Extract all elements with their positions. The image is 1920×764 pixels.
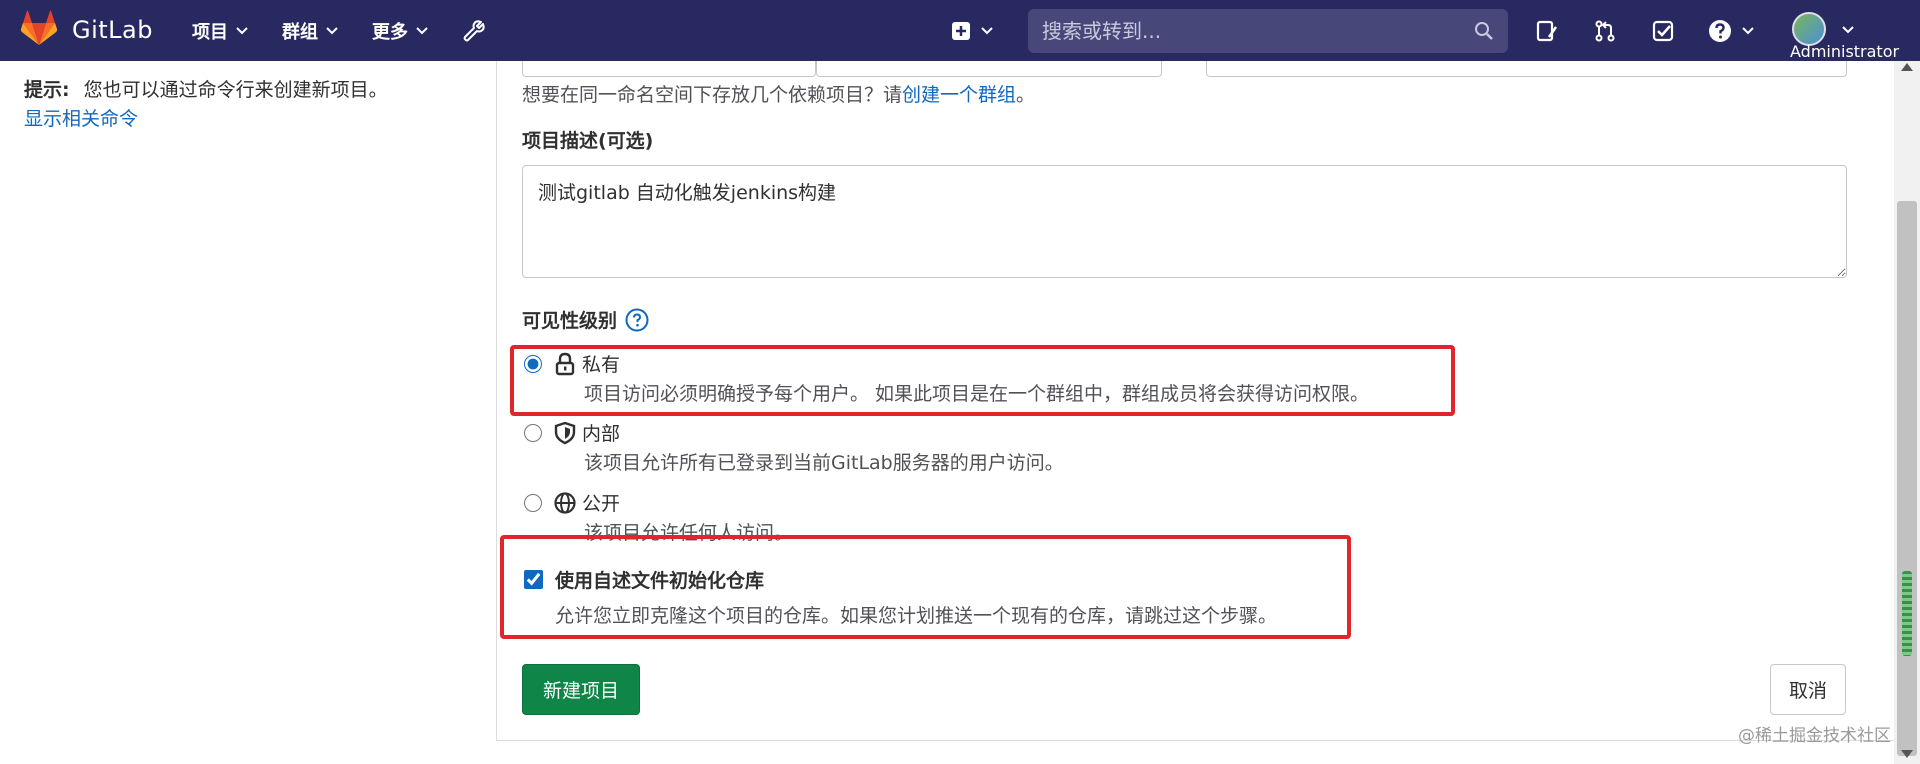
- search-input[interactable]: [1042, 19, 1474, 43]
- visibility-radio-private[interactable]: [524, 355, 542, 373]
- admin-area-wrench-button[interactable]: [462, 19, 486, 43]
- question-circle-icon: [1709, 20, 1731, 42]
- cli-tip: 提示: 您也可以通过命令行来创建新项目。: [24, 74, 388, 106]
- shield-icon: [554, 421, 576, 444]
- globe-icon: [554, 491, 576, 514]
- nav-menu-label: 项目: [192, 21, 228, 43]
- initialize-readme-option[interactable]: 使用自述文件初始化仓库 允许您立即克隆这个项目的仓库。如果您计划推送一个现有的仓…: [522, 566, 1277, 628]
- search-bar[interactable]: [1028, 9, 1508, 53]
- scroll-up-arrow-icon[interactable]: [1901, 63, 1913, 71]
- project-description-textarea[interactable]: [522, 165, 1847, 278]
- chevron-down-icon: [981, 27, 993, 35]
- top-navbar: GitLab 项目 群组 更多 搜索或转到... Administrator: [0, 0, 1920, 61]
- cancel-button[interactable]: 取消: [1770, 664, 1846, 715]
- visibility-description: 该项目允许任何人访问。: [584, 522, 794, 544]
- tip-label: 提示:: [24, 79, 70, 101]
- initialize-readme-title: 使用自述文件初始化仓库: [555, 570, 765, 592]
- issues-icon: [1536, 20, 1558, 42]
- visibility-title: 私有: [582, 354, 621, 376]
- chevron-down-icon: [1842, 26, 1854, 34]
- avatar: [1792, 12, 1826, 46]
- namespace-hint-text: 想要在同一命名空间下存放几个依赖项目？请: [522, 84, 903, 106]
- merge-requests-button[interactable]: [1590, 16, 1620, 46]
- initialize-readme-checkbox[interactable]: [524, 570, 543, 589]
- gitlab-logo-icon: [20, 10, 58, 50]
- project-slug-input-edge[interactable]: [1206, 61, 1847, 77]
- nav-menu-groups[interactable]: 群组: [282, 18, 338, 44]
- search-icon: [1475, 22, 1493, 40]
- visibility-title: 内部: [582, 423, 621, 445]
- visibility-level-label: 可见性级别: [522, 306, 649, 333]
- description-label: 项目描述(可选): [522, 130, 654, 152]
- visibility-radio-internal[interactable]: [524, 424, 542, 442]
- namespace-hint: 想要在同一命名空间下存放几个依赖项目？请创建一个群组。: [522, 80, 1035, 107]
- create-group-link[interactable]: 创建一个群组: [902, 84, 1016, 106]
- watermark: @稀土掘金技术社区: [1738, 726, 1891, 746]
- visibility-description: 项目访问必须明确授予每个用户。 如果此项目是在一个群组中，群组成员将会获得访问权…: [584, 383, 1370, 405]
- chevron-down-icon: [236, 26, 248, 34]
- page-scrollbar[interactable]: [1894, 61, 1920, 764]
- scrollbar-thumb[interactable]: [1897, 201, 1917, 756]
- chevron-down-icon: [1742, 27, 1754, 35]
- tip-text: 您也可以通过命令行来创建新项目。: [83, 79, 388, 101]
- nav-menu-label: 群组: [282, 21, 318, 43]
- visibility-option-internal[interactable]: 内部 该项目允许所有已登录到当前GitLab服务器的用户访问。: [522, 419, 1064, 475]
- visibility-radio-public[interactable]: [524, 494, 542, 512]
- namespace-hint-suffix: 。: [1016, 84, 1036, 106]
- lock-icon: [555, 352, 575, 375]
- visibility-label-text: 可见性级别: [522, 310, 618, 332]
- question-circle-icon: [625, 308, 649, 331]
- nav-menu-projects[interactable]: 项目: [192, 18, 248, 44]
- scroll-down-arrow-icon[interactable]: [1901, 750, 1913, 758]
- visibility-option-public[interactable]: 公开 该项目允许任何人访问。: [522, 489, 793, 545]
- visibility-description: 该项目允许所有已登录到当前GitLab服务器的用户访问。: [584, 452, 1064, 474]
- new-item-dropdown[interactable]: [944, 16, 1000, 46]
- gitlab-brand[interactable]: GitLab: [20, 10, 153, 50]
- chevron-down-icon: [326, 26, 338, 34]
- merge-request-icon: [1595, 20, 1615, 42]
- user-menu[interactable]: Administrator: [1790, 10, 1920, 61]
- username: Administrator: [1790, 42, 1900, 61]
- nav-menu: 项目 群组 更多: [192, 0, 520, 61]
- create-project-button[interactable]: 新建项目: [522, 664, 640, 715]
- visibility-title: 公开: [582, 493, 621, 515]
- namespace-select-edge[interactable]: [816, 61, 1162, 77]
- issues-button[interactable]: [1532, 16, 1562, 46]
- visibility-help-button[interactable]: [625, 308, 649, 332]
- todo-check-icon: [1652, 20, 1674, 42]
- show-commands-link[interactable]: 显示相关命令: [24, 104, 138, 131]
- nav-menu-label: 更多: [372, 21, 408, 43]
- scrollbar-grip[interactable]: [1902, 571, 1912, 656]
- wrench-icon: [463, 19, 485, 41]
- initialize-readme-description: 允许您立即克隆这个项目的仓库。如果您计划推送一个现有的仓库，请跳过这个步骤。: [555, 605, 1278, 627]
- todos-button[interactable]: [1648, 16, 1678, 46]
- help-dropdown[interactable]: [1704, 16, 1758, 46]
- chevron-down-icon: [416, 26, 428, 34]
- project-url-input-edge[interactable]: [522, 61, 816, 77]
- plus-square-icon: [952, 22, 970, 40]
- visibility-option-private[interactable]: 私有 项目访问必须明确授予每个用户。 如果此项目是在一个群组中，群组成员将会获得…: [522, 350, 1369, 406]
- nav-menu-more[interactable]: 更多: [372, 18, 428, 44]
- brand-name: GitLab: [72, 16, 153, 44]
